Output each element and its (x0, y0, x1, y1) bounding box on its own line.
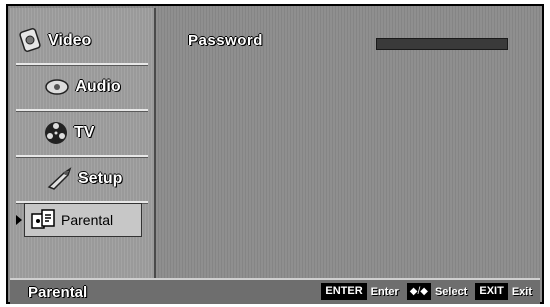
sidebar-item-label: Setup (78, 170, 123, 187)
menu-sidebar: Video Audio TV Setup Parental (10, 8, 156, 278)
enter-key-badge: ENTER (321, 283, 367, 300)
osd-screen: Video Audio TV Setup Parental Password P… (0, 0, 550, 307)
exit-hint-text: Exit (511, 285, 532, 298)
exit-key-badge: EXIT (475, 283, 508, 300)
sidebar-item-label: TV (74, 124, 95, 141)
arrows-key-icon: ◆/◆ (406, 283, 431, 300)
key-hints: ENTER Enter ◆/◆ Select EXIT Exit (321, 283, 536, 300)
osd-panel: Video Audio TV Setup Parental Password P… (6, 4, 544, 304)
divider (16, 63, 148, 66)
page-title: Parental (28, 283, 88, 301)
sidebar-item-audio[interactable]: Audio (16, 68, 148, 112)
video-icon (16, 27, 44, 55)
sidebar-item-video[interactable]: Video (16, 22, 148, 66)
content-area: Password (154, 8, 540, 278)
status-bar: Parental ENTER Enter ◆/◆ Select EXIT Exi… (10, 278, 540, 304)
select-hint-text: Select (434, 285, 468, 298)
sidebar-item-tv[interactable]: TV (16, 114, 148, 158)
divider (16, 109, 148, 112)
password-label: Password (188, 32, 263, 49)
parental-icon (29, 206, 57, 234)
enter-hint-text: Enter (370, 285, 399, 298)
divider (16, 155, 148, 158)
sidebar-item-label: Video (48, 32, 92, 49)
tv-reel-icon (42, 119, 70, 147)
sidebar-item-label: Parental (61, 212, 114, 228)
setup-icon (46, 165, 74, 193)
sidebar-item-parental[interactable]: Parental (24, 203, 142, 237)
sidebar-item-setup[interactable]: Setup (16, 160, 148, 204)
audio-icon (43, 73, 71, 101)
sidebar-item-label: Audio (75, 78, 121, 95)
selection-arrow-icon (16, 215, 22, 225)
password-field[interactable] (376, 38, 508, 50)
